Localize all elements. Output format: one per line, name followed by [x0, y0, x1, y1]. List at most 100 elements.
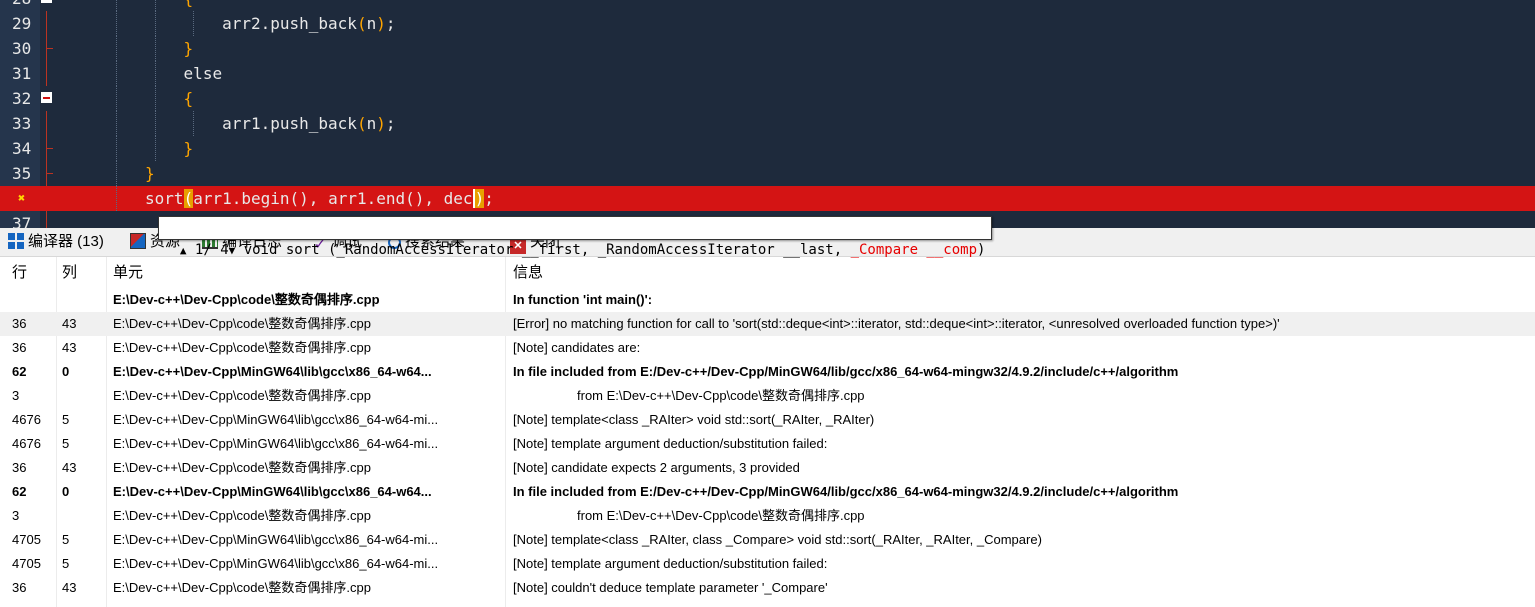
- code-line[interactable]: 31 else: [0, 61, 1535, 86]
- code-token: ): [472, 189, 485, 208]
- code-text[interactable]: sort(arr1.begin(), arr1.end(), dec);: [145, 186, 494, 211]
- code-line[interactable]: 29 arr2.push_back(n);: [0, 11, 1535, 36]
- table-row[interactable]: 36 43 E:\Dev-c++\Dev-Cpp\code\整数奇偶排序.cpp [N…: [0, 456, 1535, 480]
- indent-guide: [154, 61, 156, 86]
- cell-message: [Note] candidate expects 2 arguments, 3 …: [513, 460, 800, 475]
- header-line[interactable]: 行: [12, 257, 52, 288]
- code-token: ;: [484, 189, 494, 208]
- code-text[interactable]: }: [184, 136, 194, 161]
- table-row[interactable]: 62 0 E:\Dev-c++\Dev-Cpp\MinGW64\lib\gcc\x8…: [0, 480, 1535, 504]
- code-text[interactable]: else: [184, 61, 223, 86]
- fold-guide: [46, 111, 47, 136]
- cell-line: 4705: [12, 556, 41, 571]
- cell-unit: E:\Dev-c++\Dev-Cpp\MinGW64\lib\gcc\x86_6…: [113, 364, 432, 379]
- cell-column: 43: [62, 580, 77, 595]
- code-token: n: [366, 114, 377, 133]
- tooltip-index: 1/ 4: [186, 242, 229, 258]
- line-number: 32: [12, 89, 32, 108]
- table-row[interactable]: 36 43 E:\Dev-c++\Dev-Cpp\code\整数奇偶排序.cpp [N…: [0, 576, 1535, 600]
- cell-message: In file included from E:/Dev-c++/Dev-Cpp…: [513, 484, 1179, 499]
- cell-line: 36: [12, 340, 27, 355]
- tooltip-current-param: _Compare __comp: [850, 242, 977, 258]
- indent-guide: [154, 36, 156, 61]
- code-token: (: [356, 14, 367, 33]
- code-lines[interactable]: 28{29arr2.push_back(n);30}31else32{33arr…: [0, 0, 1535, 228]
- indent-guide: [154, 111, 156, 136]
- indent-guide: [193, 11, 195, 36]
- table-row[interactable]: 4705 5 E:\Dev-c++\Dev-Cpp\MinGW64\lib\gcc\…: [0, 552, 1535, 576]
- code-token: {: [183, 89, 194, 108]
- indent-guide: [116, 0, 118, 11]
- indent-guide: [154, 86, 156, 111]
- indent-guide: [154, 136, 156, 161]
- indent-guide: [116, 161, 118, 186]
- code-line[interactable]: 30}: [0, 36, 1535, 61]
- table-row[interactable]: 3 E:\Dev-c++\Dev-Cpp\code\整数奇偶排序.cpp from …: [0, 504, 1535, 528]
- line-number: 35: [12, 164, 32, 183]
- code-line[interactable]: ✖ sort(arr1.begin(), arr1.end(), dec);: [0, 186, 1535, 211]
- table-row[interactable]: 3 E:\Dev-c++\Dev-Cpp\code\整数奇偶排序.cpp from …: [0, 384, 1535, 408]
- code-line[interactable]: 35}: [0, 161, 1535, 186]
- code-line[interactable]: 33 arr1.push_back(n);: [0, 111, 1535, 136]
- code-text[interactable]: {: [184, 0, 194, 11]
- code-text[interactable]: arr2.push_back(n);: [222, 11, 395, 36]
- cell-message: In file included from E:/Dev-c++/Dev-Cpp…: [513, 364, 1179, 379]
- table-row[interactable]: 36 43 E:\Dev-c++\Dev-Cpp\code\整数奇偶排序.cpp [E…: [0, 312, 1535, 336]
- code-text[interactable]: }: [184, 36, 194, 61]
- code-line[interactable]: 32 {: [0, 86, 1535, 111]
- table-row[interactable]: 4676 5 E:\Dev-c++\Dev-Cpp\MinGW64\lib\gcc\…: [0, 432, 1535, 456]
- cell-line: 62: [12, 364, 27, 379]
- fold-guide-end: [46, 173, 53, 174]
- cell-message: In function 'int main()':: [513, 292, 653, 307]
- code-token: (: [356, 114, 367, 133]
- fold-collapse-icon[interactable]: [41, 92, 52, 103]
- cell-message: [Note] template<class _RAIter> void std:…: [513, 412, 875, 427]
- compiler-messages-table: 行 列 单元 信息 E:\Dev-c++\Dev-Cpp\code\整数奇偶排序…: [0, 257, 1535, 607]
- code-line[interactable]: 34}: [0, 136, 1535, 161]
- code-text[interactable]: {: [184, 86, 194, 111]
- fold-guide: [46, 61, 47, 86]
- table-row[interactable]: 4705 5 E:\Dev-c++\Dev-Cpp\MinGW64\lib\gcc\…: [0, 528, 1535, 552]
- indent-guide: [116, 61, 118, 86]
- table-row[interactable]: 36 43 E:\Dev-c++\Dev-Cpp\code\整数奇偶排序.cpp [N…: [0, 336, 1535, 360]
- header-column[interactable]: 列: [62, 257, 102, 288]
- fold-collapse-icon[interactable]: [41, 0, 52, 3]
- table-row[interactable]: E:\Dev-c++\Dev-Cpp\code\整数奇偶排序.cpp In fun…: [0, 288, 1535, 312]
- cell-line: 36: [12, 316, 27, 331]
- code-token: ): [376, 114, 386, 133]
- table-row[interactable]: 4676 5 E:\Dev-c++\Dev-Cpp\MinGW64\lib\gcc\…: [0, 408, 1535, 432]
- cell-unit: E:\Dev-c++\Dev-Cpp\code\整数奇偶排序.cpp: [113, 388, 371, 403]
- fold-guide: [46, 11, 47, 36]
- line-number: 28: [12, 0, 31, 11]
- code-editor[interactable]: 28{29arr2.push_back(n);30}31else32{33arr…: [0, 0, 1535, 228]
- code-token: arr1.begin(), arr1.end(), dec: [193, 189, 473, 208]
- line-number: 29: [12, 14, 32, 33]
- code-text[interactable]: }: [145, 161, 155, 186]
- code-token: else: [183, 64, 223, 83]
- table-row[interactable]: 62 0 E:\Dev-c++\Dev-Cpp\MinGW64\lib\gcc\x8…: [0, 360, 1535, 384]
- tab-grid[interactable]: 编译器 (13): [8, 228, 104, 256]
- code-token: sort: [145, 189, 184, 208]
- indent-guide: [154, 11, 156, 36]
- cell-unit: E:\Dev-c++\Dev-Cpp\MinGW64\lib\gcc\x86_6…: [113, 436, 439, 451]
- cell-line: 36: [12, 460, 27, 475]
- tab-label: 编译器 (13): [28, 233, 104, 250]
- cell-unit: E:\Dev-c++\Dev-Cpp\code\整数奇偶排序.cpp: [113, 460, 371, 475]
- indent-guide: [154, 0, 156, 11]
- cell-column: 0: [62, 364, 70, 379]
- code-token: (: [183, 189, 194, 208]
- code-token: n: [366, 14, 377, 33]
- code-token: ;: [385, 14, 396, 33]
- indent-guide: [116, 186, 118, 211]
- line-number: 30: [12, 39, 32, 58]
- code-text[interactable]: arr1.push_back(n);: [222, 111, 395, 136]
- cell-unit: E:\Dev-c++\Dev-Cpp\code\整数奇偶排序.cpp: [113, 340, 371, 355]
- tooltip-signature: void sort (_RandomAccessIterator __first…: [235, 242, 851, 258]
- code-token: }: [183, 39, 194, 58]
- cell-line: 4676: [12, 412, 41, 427]
- code-line[interactable]: 28 {: [0, 0, 1535, 11]
- indent-guide: [116, 136, 118, 161]
- cell-message: from E:\Dev-c++\Dev-Cpp\code\整数奇偶排序.cpp: [577, 388, 865, 403]
- cell-unit: E:\Dev-c++\Dev-Cpp\code\整数奇偶排序.cpp: [113, 508, 371, 523]
- error-marker-icon: ✖: [18, 191, 26, 205]
